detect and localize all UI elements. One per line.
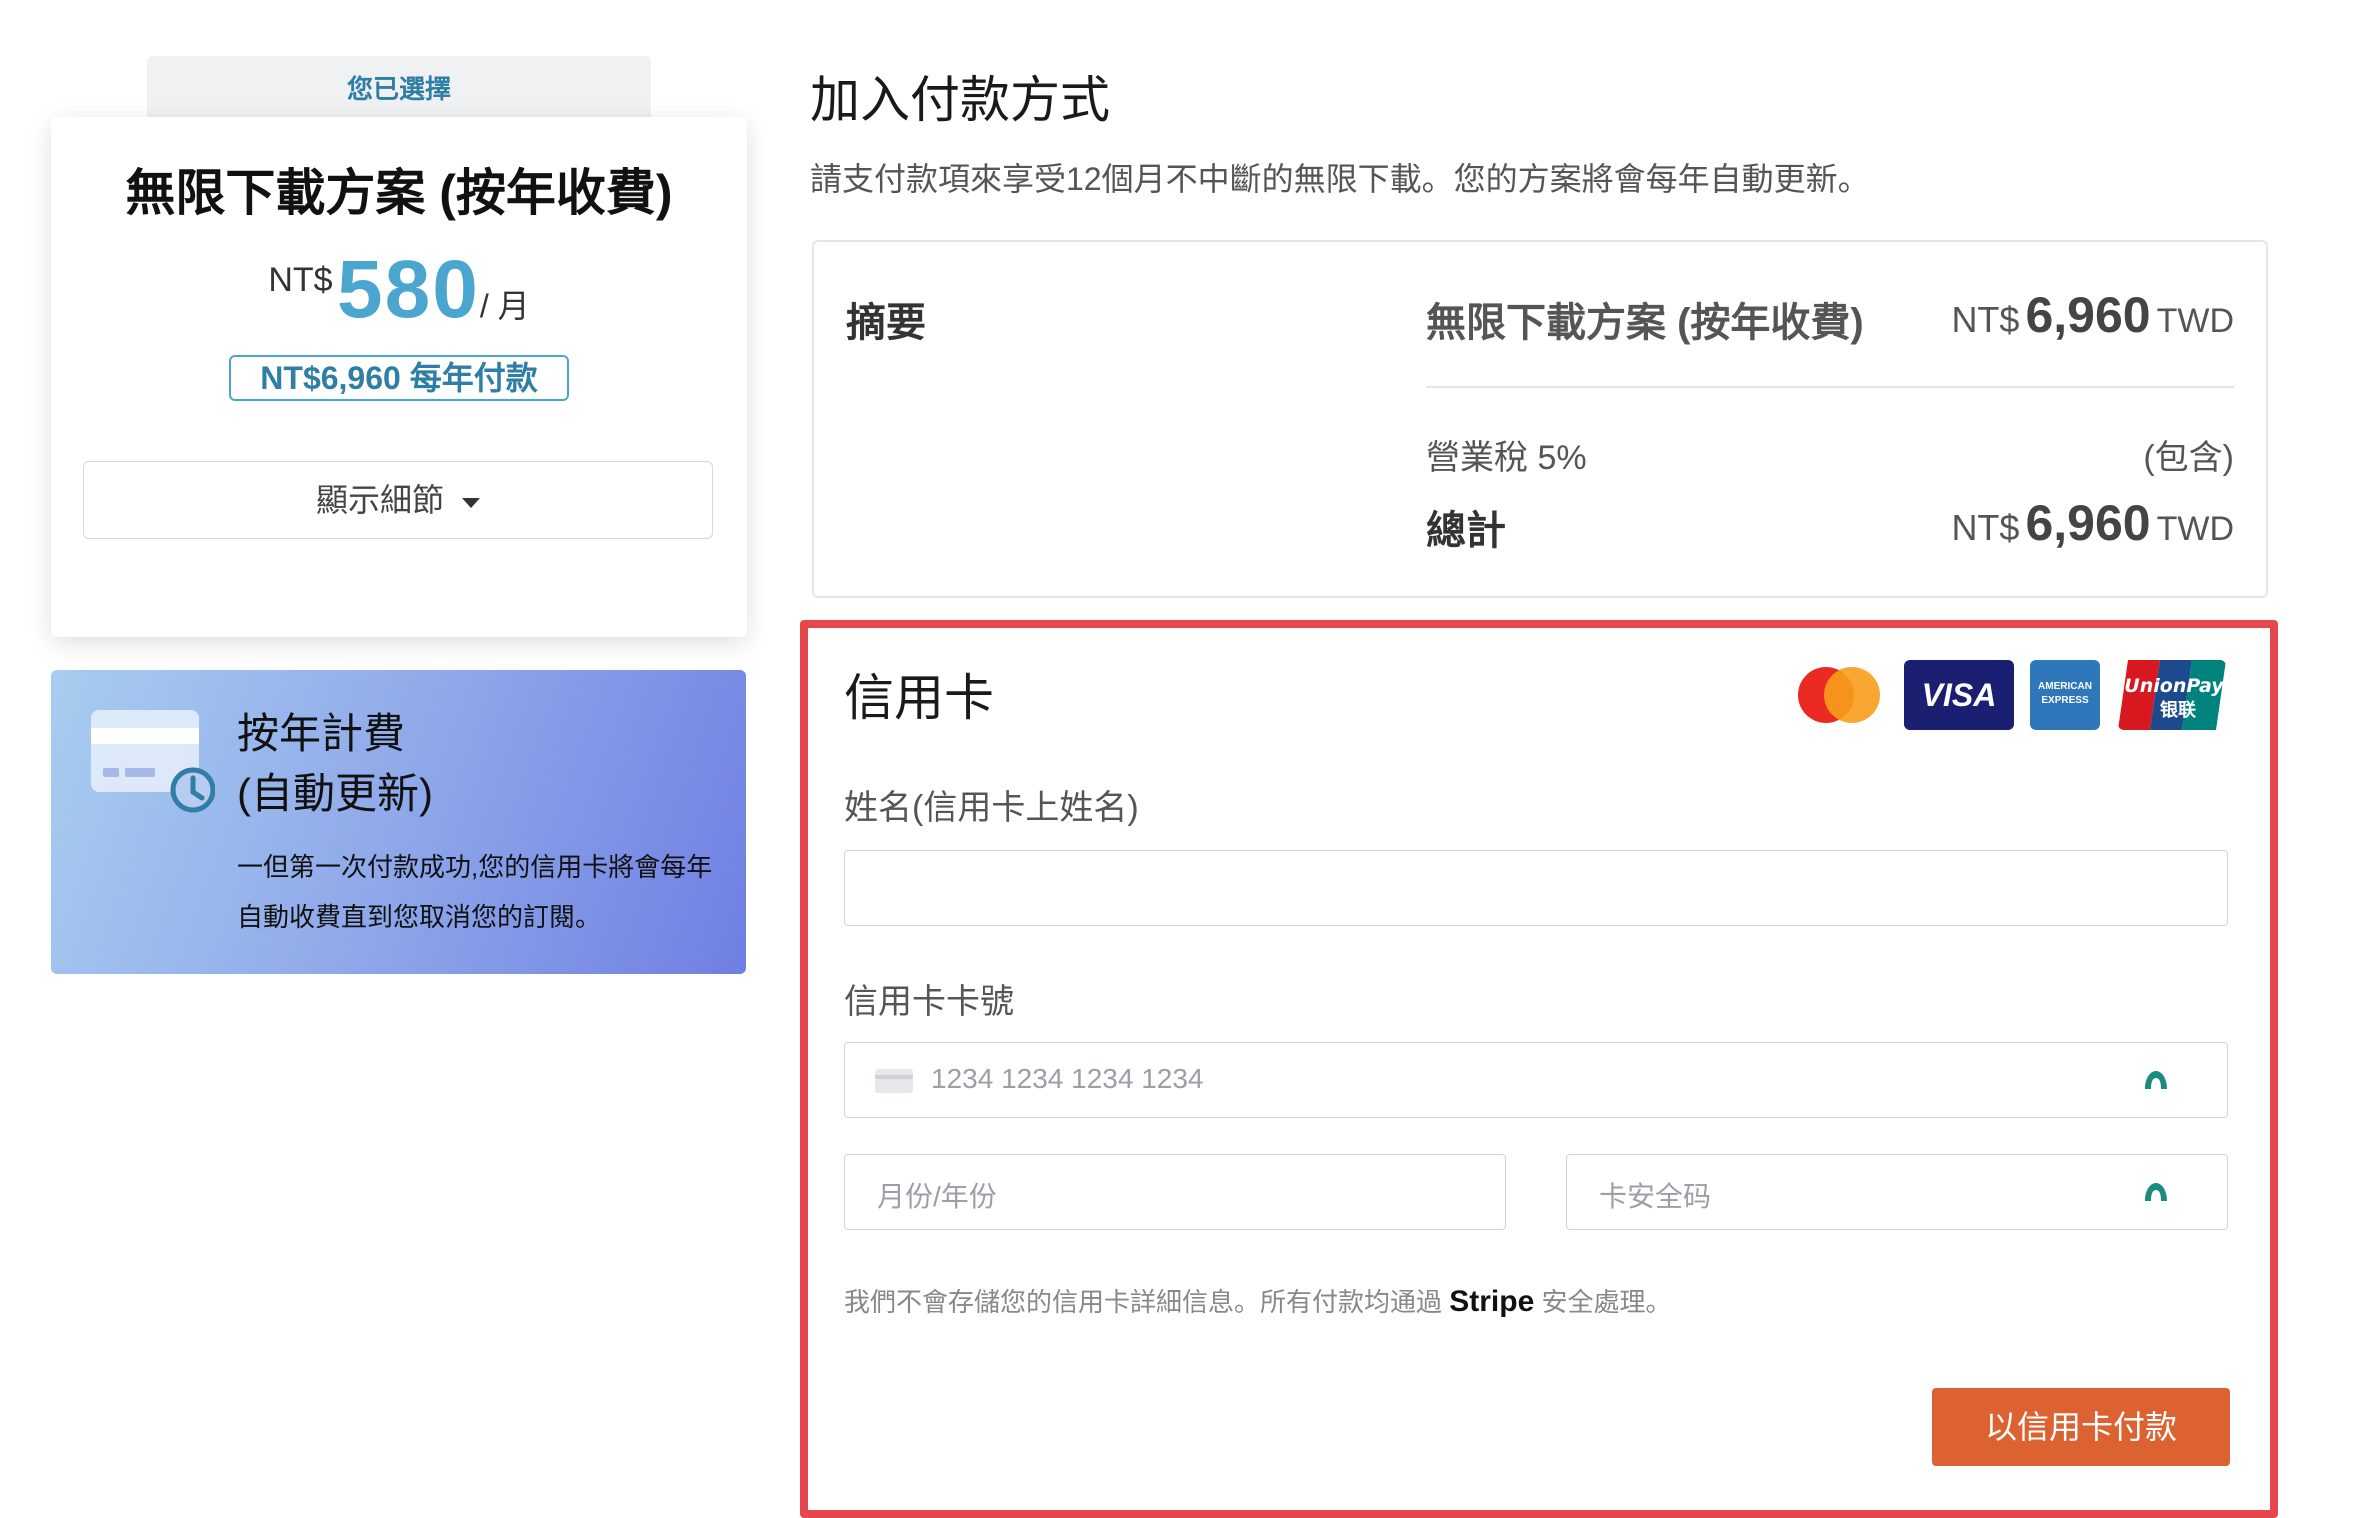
yearly-price-badge: NT$6,960 每年付款 [229, 355, 569, 401]
price-unit: / 月 [479, 288, 530, 324]
unionpay-text: UnionPay [2124, 675, 2225, 697]
billing-title: 按年計費 (自動更新) [237, 704, 433, 824]
card-number-input[interactable]: 1234 1234 1234 1234 [844, 1042, 2228, 1118]
price-currency: NT$ [268, 261, 333, 299]
name-label: 姓名(信用卡上姓名) [844, 789, 1139, 827]
summary-divider [1426, 386, 2234, 388]
visa-icon: VISA [1904, 660, 2014, 730]
billing-title-line1: 按年計費 [237, 710, 406, 757]
page-subtitle: 請支付款項來享受12個月不中斷的無限下載。您的方案將會每年自動更新。 [810, 161, 1870, 197]
disclaimer-post: 安全處理。 [1541, 1287, 1672, 1317]
card-number-placeholder: 1234 1234 1234 1234 [931, 1063, 1204, 1094]
show-details-button[interactable]: 顯示細節 [83, 461, 713, 539]
total-price-code: TWD [2156, 510, 2234, 548]
mastercard-icon [1798, 667, 1880, 723]
summary-plan-name: 無限下載方案 (按年收費) [1426, 301, 1864, 345]
plan-card: 無限下載方案 (按年收費) NT$ 580/ 月 NT$6,960 每年付款 顯… [51, 117, 747, 637]
expiry-placeholder: 月份/年份 [877, 1181, 997, 1212]
cvc-input[interactable]: 卡安全码 [1566, 1154, 2228, 1230]
total-price-amount: 6,960 [2025, 495, 2151, 551]
unionpay-icon: UnionPay 银联 [2118, 660, 2226, 730]
selected-tab: 您已選擇 [147, 56, 651, 122]
order-summary: 摘要 無限下載方案 (按年收費) NT$ 6,960 TWD 營業稅 5% (包含)… [812, 240, 2268, 598]
autofill-icon [2145, 1071, 2167, 1089]
summary-label: 摘要 [846, 301, 926, 345]
plan-price-amount: 6,960 [2025, 287, 2151, 343]
pay-with-card-button[interactable]: 以信用卡付款 [1932, 1388, 2230, 1466]
tax-value: (包含) [2143, 439, 2234, 477]
stripe-brand: Stripe [1449, 1285, 1535, 1318]
amex-icon: AMERICAN EXPRESS [2030, 660, 2100, 730]
billing-info-card: 按年計費 (自動更新) 一但第一次付款成功,您的信用卡將會每年自動收費直到您取消… [51, 670, 746, 974]
total-label: 總計 [1426, 509, 1506, 553]
security-disclaimer: 我們不會存儲您的信用卡詳細信息。所有付款均通過 Stripe 安全處理。 [844, 1282, 1672, 1319]
card-number-label: 信用卡卡號 [844, 983, 1014, 1021]
billing-title-line2: (自動更新) [237, 770, 433, 817]
unionpay-cn-text: 银联 [2160, 699, 2196, 721]
page-title: 加入付款方式 [810, 72, 1110, 128]
expiry-input[interactable]: 月份/年份 [844, 1154, 1506, 1230]
credit-card-form: 信用卡 VISA AMERICAN EXPRESS UnionPay 银联 姓名… [800, 620, 2278, 1518]
card-clock-icon [91, 710, 215, 813]
disclaimer-pre: 我們不會存儲您的信用卡詳細信息。所有付款均通過 [844, 1287, 1443, 1317]
price-amount: 580 [337, 244, 480, 335]
autofill-icon [2145, 1183, 2167, 1201]
summary-plan-price: NT$ 6,960 TWD [1951, 286, 2234, 344]
total-price: NT$ 6,960 TWD [1951, 494, 2234, 552]
show-details-label: 顯示細節 [315, 482, 444, 518]
tax-label: 營業稅 5% [1426, 439, 1587, 477]
plan-title: 無限下載方案 (按年收費) [125, 165, 673, 221]
billing-description: 一但第一次付款成功,您的信用卡將會每年自動收費直到您取消您的訂閱。 [237, 852, 713, 932]
price-row: NT$ 580/ 月 [51, 243, 747, 337]
caret-down-icon [462, 497, 480, 508]
cardholder-name-input[interactable] [844, 850, 2228, 926]
card-icon [875, 1069, 913, 1093]
credit-card-title: 信用卡 [844, 670, 994, 726]
plan-price-code: TWD [2156, 302, 2234, 340]
plan-price-currency: NT$ [1951, 299, 2020, 340]
cvc-placeholder: 卡安全码 [1599, 1181, 1712, 1212]
total-price-currency: NT$ [1951, 507, 2020, 548]
